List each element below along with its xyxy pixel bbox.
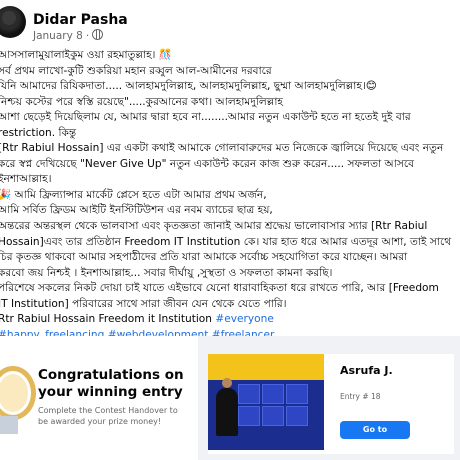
post-line: করে স্বপ্ন দেখিয়েছে "Never Give Up" নতু… <box>0 157 415 170</box>
post-line: IT Institution] পরিবারের সাথে সারা জীবন … <box>0 297 287 310</box>
post-line: Hossain]এবং তার প্রতিষ্ঠান Freedom IT In… <box>0 235 452 248</box>
post-meta: January 8 · <box>33 29 104 42</box>
congratulations-panel: Congratulations on your winning entry Co… <box>0 336 198 460</box>
post-line: পরিশেষে সকলের নিকট দোয়া চাই যাতে এইভাবে… <box>0 282 439 295</box>
post-line: অন্তরের অন্তরস্থল থেকে ভালবাসা এবং কৃতজ্… <box>0 220 428 233</box>
author-avatar[interactable] <box>0 6 26 38</box>
entry-number: Entry # 18 <box>340 392 381 401</box>
medal-ribbon-icon <box>0 416 18 434</box>
thumbnail-tile <box>286 384 308 404</box>
post-line: নিশ্চয় কস্টের পরে স্বস্তি রয়েছে".....ক… <box>0 95 283 108</box>
thumbnail-tile <box>262 406 284 426</box>
go-to-handover-button[interactable]: Go to Handover <box>340 421 410 452</box>
post-line: আসসালামুয়ালাইকুম ওয়া রহমাতুল্লাহ। 🎊 <box>0 49 173 61</box>
medal-icon <box>0 366 36 420</box>
winner-name: Asrufa J. <box>340 364 393 377</box>
post-line: চির কৃতজ্ঞ থাকবো আমার সহপাঠীদের প্রতি যা… <box>0 251 408 264</box>
meta-separator: · <box>85 30 90 42</box>
winner-panel: Asrufa J. Entry # 18 Go to Handover <box>208 354 454 454</box>
post-line: [Rtr Rabiul Hossain] এর একটা কথাই আমাকে … <box>0 142 444 155</box>
thumbnail-tile <box>238 406 260 426</box>
globe-icon <box>92 29 104 40</box>
person-image <box>216 378 238 436</box>
post-header: Didar Pasha January 8 · <box>0 0 460 46</box>
thumbnail-banner <box>208 354 324 380</box>
post-line: করবো জয় নিশ্চই । ইনশাআল্লাহ... সবার দীর… <box>0 266 333 279</box>
entry-thumbnail[interactable] <box>208 354 324 450</box>
author-name[interactable]: Didar Pasha <box>33 12 128 28</box>
congrats-title: Congratulations on your winning entry <box>38 367 184 401</box>
post-line: যিনি আমাদের রিযিকদাতা..... আলহামদুলিল্লা… <box>0 80 377 93</box>
post-line: সর্ব প্রথম লাখো-কুটি শুকরিয়া মহান রব্বু… <box>0 64 272 77</box>
thumbnail-tile <box>262 384 284 404</box>
thumbnail-tiles <box>238 384 318 444</box>
post-line: ইনশাআল্লাহ। <box>0 173 52 186</box>
thumbnail-tile <box>286 406 308 426</box>
post-line: আমি সর্বিত ফ্রিডম আইটি ইনস্টিটিউশন এর নব… <box>0 204 273 217</box>
post-line: আশা ছেড়েই দিয়েছিলাম যে, আমার দ্বারা হব… <box>0 111 411 124</box>
post-line: 🎉 আমি ফ্রিল্যান্সার মার্কেট প্লেসে হতে এ… <box>0 188 267 201</box>
post-signature-line: Rtr Rabiul Hossain Freedom it Institutio… <box>0 312 458 328</box>
post-body: আসসালামুয়ালাইকুম ওয়া রহমাতুল্লাহ। 🎊 সর… <box>0 48 458 343</box>
shared-contest-card[interactable]: Congratulations on your winning entry Co… <box>0 336 460 460</box>
post-signature: Rtr Rabiul Hossain Freedom it Institutio… <box>0 313 216 326</box>
hashtag-everyone[interactable]: #everyone <box>215 313 274 325</box>
thumbnail-tile <box>238 384 260 404</box>
congrats-title-line1: Congratulations on <box>38 367 184 383</box>
post-date[interactable]: January 8 <box>33 30 83 42</box>
post-line: restriction. কিন্তু <box>0 126 77 139</box>
congrats-title-line2: your winning entry <box>38 384 183 400</box>
congrats-subtitle: Complete the Contest Handover to be awar… <box>38 406 178 426</box>
